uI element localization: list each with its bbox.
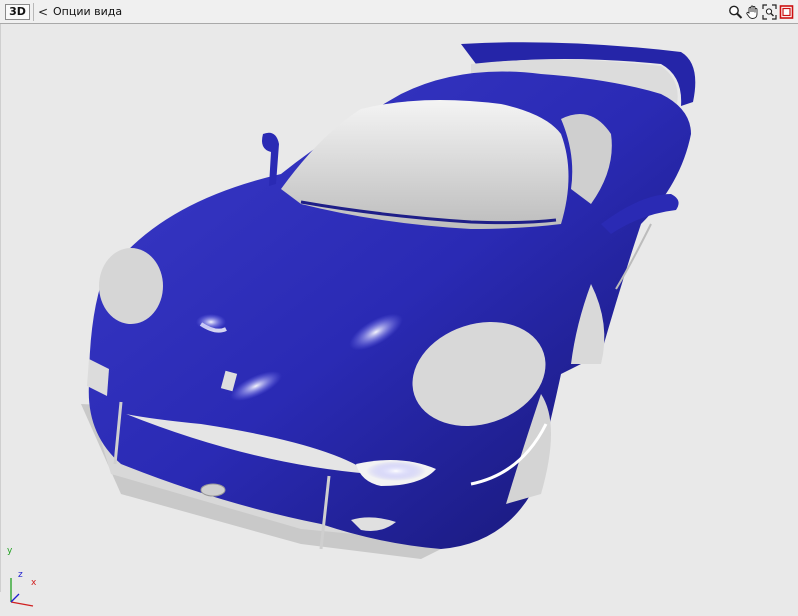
3d-viewport[interactable] bbox=[0, 24, 798, 607]
axis-z-label: z bbox=[18, 570, 23, 580]
zoom-extents-icon[interactable] bbox=[762, 4, 777, 20]
viewport-toolbar: 3D < Опции вида bbox=[0, 0, 798, 24]
view-mode-button[interactable]: 3D bbox=[5, 4, 30, 20]
axis-y-label: y bbox=[7, 546, 13, 556]
view-options-menu[interactable]: Опции вида bbox=[53, 5, 122, 19]
toolbar-divider bbox=[33, 3, 34, 21]
back-arrow-icon[interactable]: < bbox=[38, 5, 48, 19]
car-3d-model bbox=[81, 42, 696, 559]
pan-hand-icon[interactable] bbox=[745, 4, 760, 20]
maximize-viewport-icon[interactable] bbox=[779, 4, 794, 20]
zoom-icon[interactable] bbox=[728, 4, 743, 20]
axis-x-label: x bbox=[31, 578, 37, 588]
